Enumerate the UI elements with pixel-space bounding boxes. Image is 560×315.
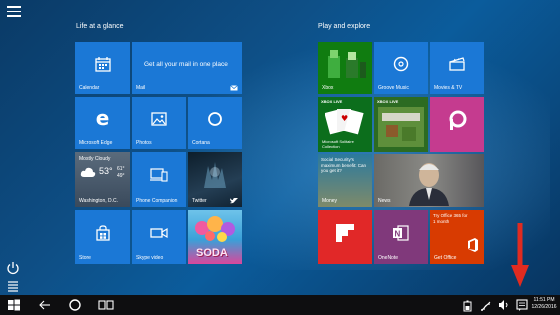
mail-tagline: Get all your mail in one place — [144, 61, 228, 68]
tile-money[interactable]: Social Security's maximum benefit: Can y… — [318, 154, 372, 207]
twitter-photo — [204, 162, 226, 188]
tile-label: Groove Music — [378, 85, 409, 91]
hamburger-menu-icon[interactable] — [7, 6, 21, 18]
weather-low: 49° — [117, 173, 125, 179]
video-camera-icon — [150, 227, 168, 238]
tile-label: Calendar — [79, 85, 100, 91]
tile-label: Store — [79, 255, 91, 261]
playing-cards-icon: ♥ — [325, 109, 364, 135]
tile-label: Microsoft Edge — [79, 140, 113, 146]
tile-calendar[interactable]: Calendar — [75, 42, 130, 94]
weather-temp: 53° — [99, 166, 113, 176]
xbox-characters — [328, 50, 366, 78]
tile-cortana[interactable]: Cortana — [188, 97, 242, 149]
tile-picsart[interactable] — [430, 97, 484, 152]
power-icon[interactable] — [6, 261, 20, 275]
office-promo: Try Office 365 for 1 month — [433, 213, 468, 224]
volume-icon[interactable] — [498, 298, 510, 312]
candy-soda-text: SODA — [196, 247, 228, 259]
tile-label: News — [378, 198, 391, 204]
news-photo — [409, 163, 449, 206]
tile-flipboard[interactable] — [318, 210, 372, 264]
section-title-life: Life at a glance — [76, 23, 124, 30]
tile-label: Skype video — [136, 255, 164, 261]
cortana-search-icon[interactable] — [68, 298, 82, 312]
weather-location: Washington, D.C. — [79, 198, 118, 204]
tile-label: Get Office — [434, 255, 457, 261]
minecraft-art — [378, 107, 424, 147]
clapperboard-icon — [449, 57, 465, 71]
tile-label: Phone Companion — [136, 198, 178, 204]
tile-label: Cortana — [192, 140, 210, 146]
system-clock[interactable]: 11:51 PM 12/26/2016 — [530, 297, 558, 311]
battery-icon[interactable] — [463, 298, 473, 312]
xboxlive-badge: XBOX LIVE — [321, 99, 343, 104]
groove-disc-icon — [393, 56, 409, 72]
tile-store[interactable]: Store — [75, 210, 130, 264]
action-center-icon[interactable] — [516, 298, 528, 312]
tile-skype[interactable]: Skype video — [132, 210, 186, 264]
tile-mail[interactable]: Get all your mail in one place Mail — [132, 42, 242, 94]
tile-solitaire[interactable]: XBOX LIVE ♥ Microsoft Solitaire Collecti… — [318, 97, 372, 152]
wifi-icon[interactable] — [480, 298, 492, 312]
tile-weather[interactable]: Mostly Cloudy 53° 61° 49° Washington, D.… — [75, 152, 130, 207]
tile-label: Photos — [136, 140, 152, 146]
tile-twitter[interactable]: Twitter — [188, 152, 242, 207]
windows-start-icon[interactable] — [7, 298, 21, 312]
onenote-icon: N — [393, 225, 409, 241]
candy-art — [195, 216, 235, 242]
svg-text:♥: ♥ — [341, 114, 348, 123]
phone-laptop-icon — [150, 168, 168, 182]
tile-label: OneNote — [378, 255, 399, 261]
taskbar: 11:51 PM 12/26/2016 — [0, 295, 560, 315]
xboxlive-badge: XBOX LIVE — [377, 99, 399, 104]
cortana-icon — [208, 111, 222, 126]
section-title-play: Play and explore — [318, 23, 371, 30]
picsart-icon — [449, 110, 467, 131]
twitter-bird-icon — [230, 198, 238, 204]
clock-time: 11:51 PM — [533, 297, 555, 303]
tile-groove[interactable]: Groove Music — [374, 42, 428, 94]
tile-candy-crush[interactable]: SODA — [188, 210, 242, 264]
cloud-icon — [80, 167, 96, 177]
clock-date: 12/26/2016 — [531, 304, 557, 310]
tile-phone-companion[interactable]: Phone Companion — [132, 152, 186, 207]
edge-icon: e — [95, 105, 110, 130]
svg-text:N: N — [395, 229, 401, 238]
tile-label: Money — [322, 198, 338, 204]
tile-onenote[interactable]: N OneNote — [374, 210, 428, 264]
weather-condition: Mostly Cloudy — [79, 156, 111, 162]
photos-icon — [151, 112, 167, 126]
tile-news[interactable]: News — [374, 154, 484, 207]
tile-label: Xbox — [322, 85, 334, 91]
tile-label: Mail — [136, 85, 146, 91]
tile-get-office[interactable]: Try Office 365 for 1 month Get Office — [430, 210, 484, 264]
tile-label: Microsoft Solitaire Collection — [322, 139, 354, 149]
tile-movies[interactable]: Movies & TV — [430, 42, 484, 94]
office-logo-icon — [468, 238, 478, 252]
back-arrow-icon[interactable] — [38, 298, 52, 312]
annotation-arrow-icon — [511, 223, 529, 287]
tile-edge[interactable]: e Microsoft Edge — [75, 97, 130, 149]
weather-high: 61° — [117, 166, 125, 172]
store-bag-icon — [95, 225, 110, 241]
tile-label: Twitter — [192, 198, 207, 204]
tile-photos[interactable]: Photos — [132, 97, 186, 149]
money-headline: Social Security's maximum benefit: Can y… — [321, 157, 367, 173]
tile-minecraft[interactable]: XBOX LIVE — [374, 97, 428, 152]
flipboard-icon — [336, 223, 354, 242]
tile-label: Movies & TV — [434, 85, 463, 91]
calendar-icon — [94, 56, 111, 72]
all-apps-icon[interactable] — [6, 279, 20, 293]
tile-xbox[interactable]: Xbox — [318, 42, 372, 94]
task-view-icon[interactable] — [98, 298, 114, 312]
envelope-icon — [230, 85, 238, 91]
